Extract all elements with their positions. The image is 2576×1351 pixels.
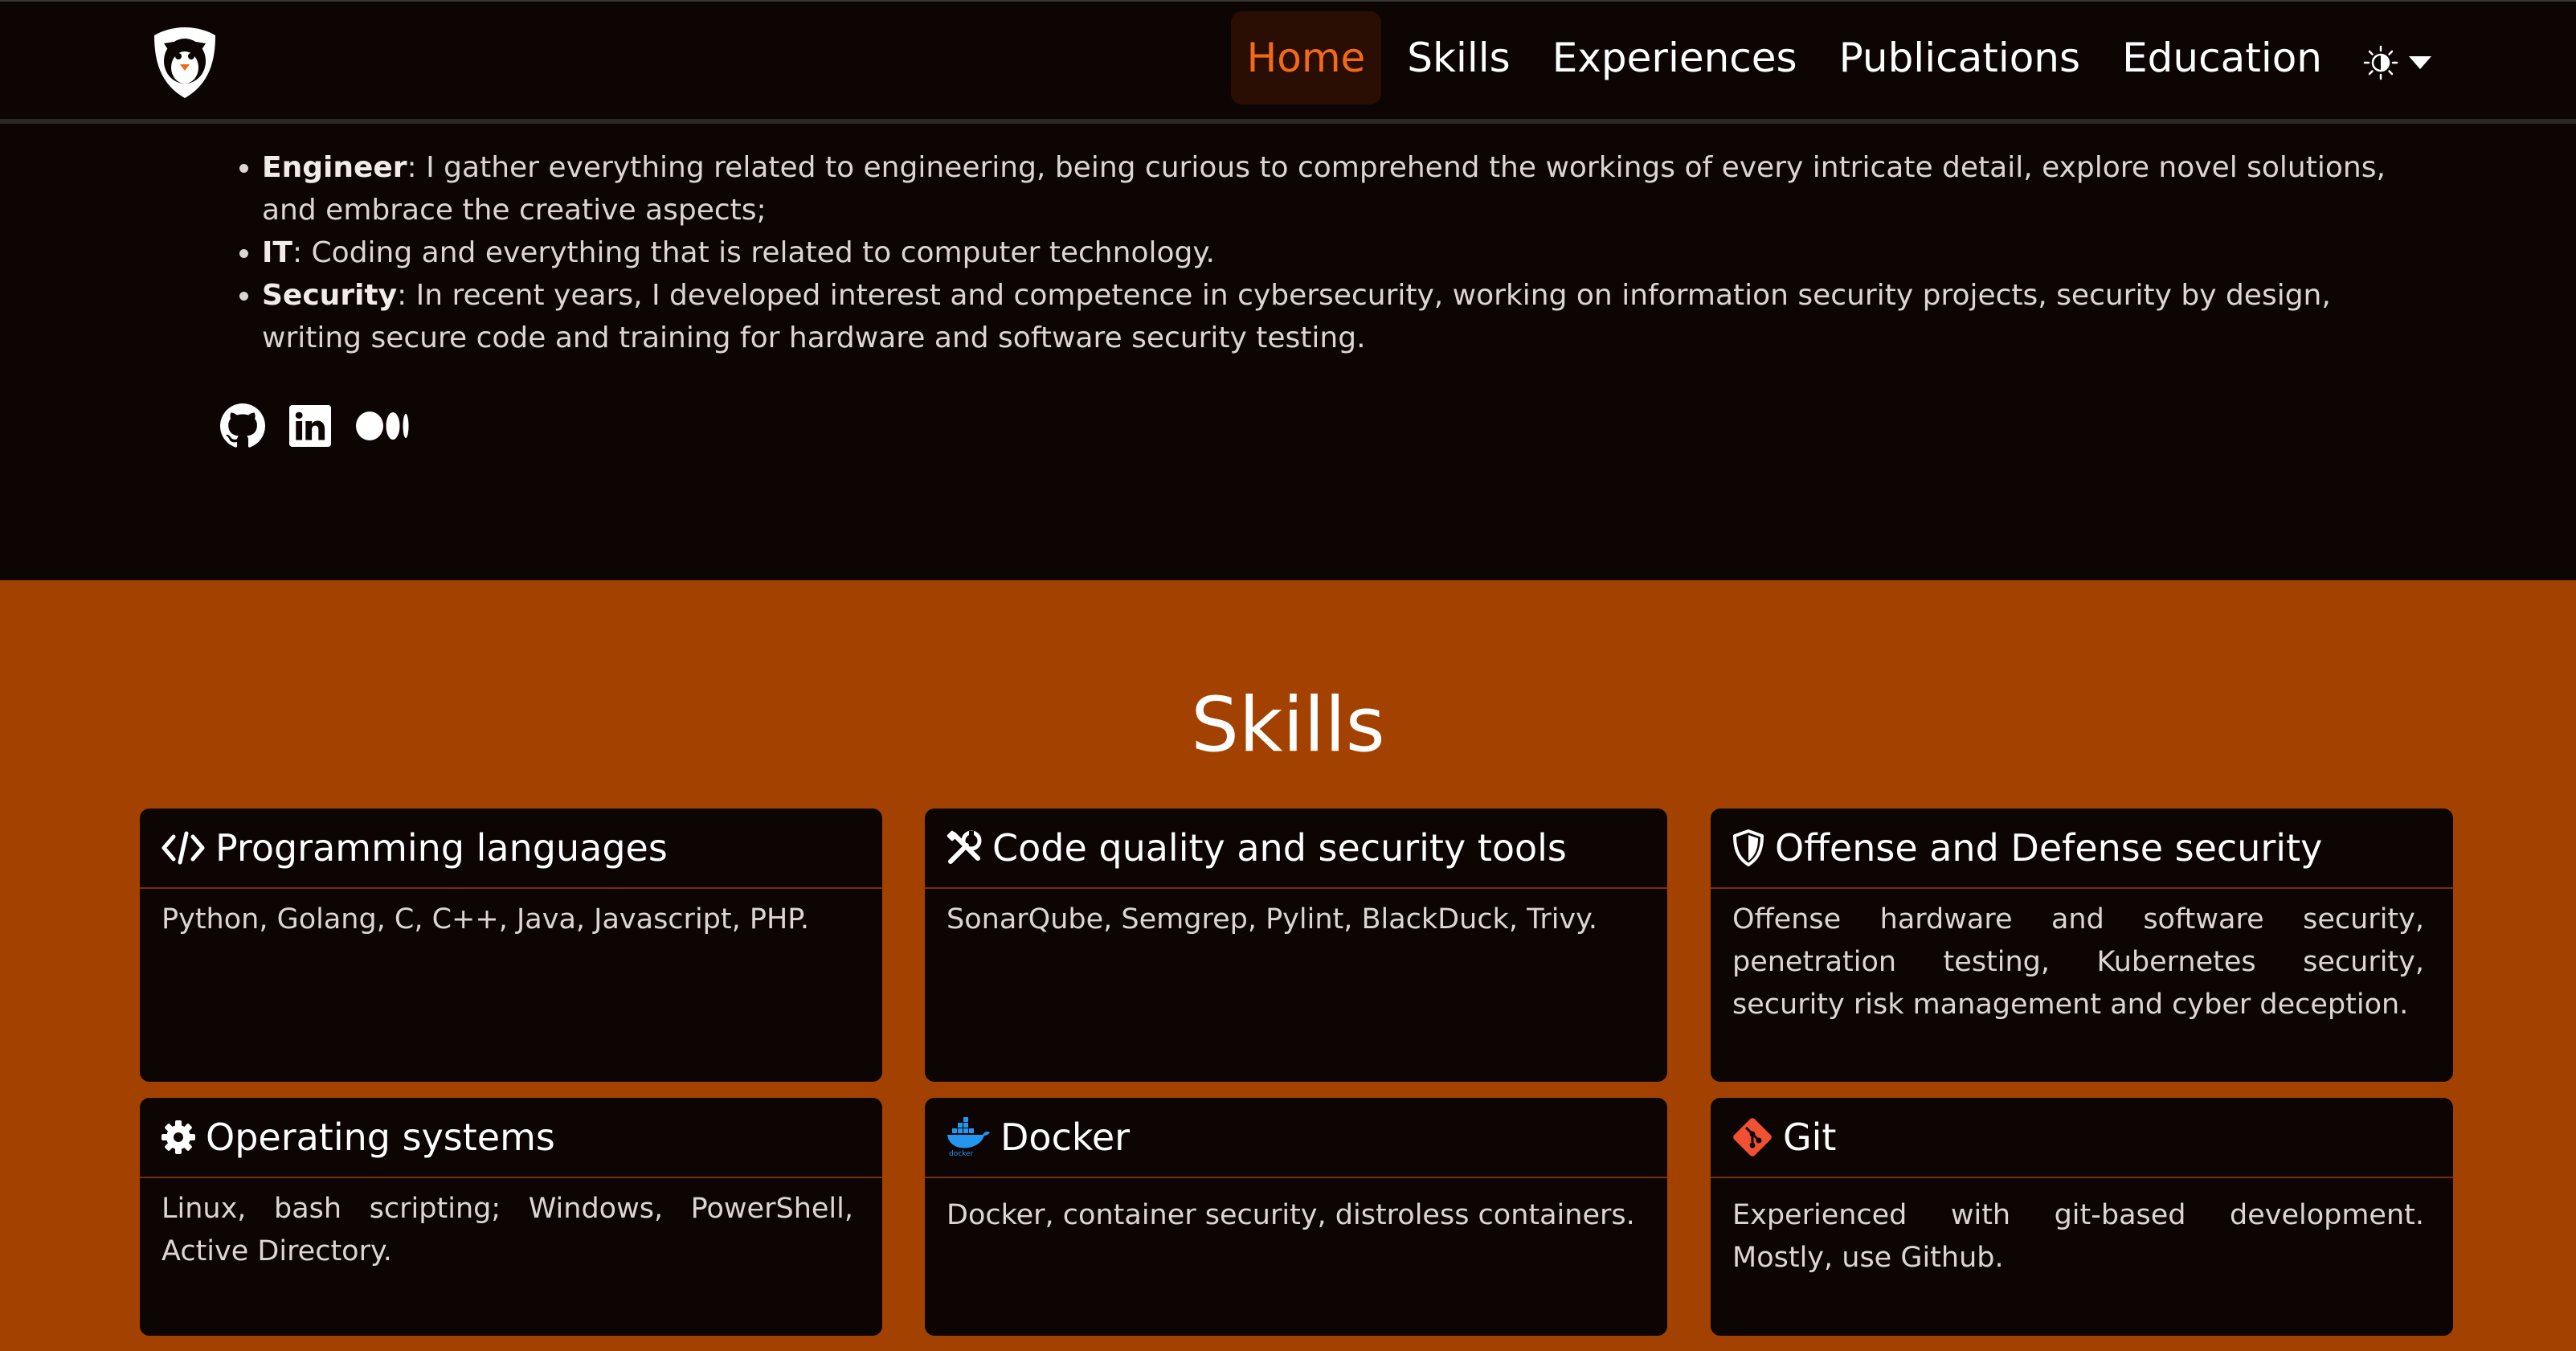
intro-section: Engineer: I gather everything related to…	[233, 146, 2402, 359]
list-item: Engineer: I gather everything related to…	[262, 146, 2402, 231]
card-title: Programming languages	[215, 826, 668, 870]
card-body: Docker, container security, distroless c…	[947, 1199, 1635, 1231]
shield-icon	[1732, 829, 1765, 867]
github-icon[interactable]	[220, 403, 265, 452]
skill-card-offense-defense: Offense and Defense security Offense har…	[1711, 809, 2453, 1082]
theme-toggle-dropdown[interactable]	[2362, 39, 2443, 87]
section-title: Skills	[1191, 682, 1385, 769]
linkedin-icon[interactable]	[289, 405, 331, 450]
skill-card-programming-languages: Programming languages Python, Golang, C,…	[140, 809, 882, 1082]
list-item-term: Security	[262, 279, 398, 312]
list-item-text: : I gather everything related to enginee…	[262, 151, 2386, 227]
card-header: Operating systems	[140, 1098, 882, 1178]
card-title: Docker	[1000, 1116, 1131, 1159]
card-body: Offense hardware and software security, …	[1732, 903, 2424, 1021]
skill-card-git: Git Experienced with git-based developme…	[1711, 1098, 2453, 1336]
card-title: Offense and Defense security	[1775, 826, 2323, 870]
nav-link-skills[interactable]: Skills	[1391, 11, 1526, 104]
nav-link-home[interactable]: Home	[1230, 11, 1382, 104]
card-header: Git	[1711, 1098, 2453, 1178]
card-body: SonarQube, Semgrep, Pylint, BlackDuck, T…	[947, 903, 1597, 935]
nav-link-education[interactable]: Education	[2106, 11, 2338, 104]
nav-link-experiences[interactable]: Experiences	[1536, 11, 1813, 104]
card-header: Programming languages	[140, 809, 882, 889]
card-title: Operating systems	[206, 1116, 555, 1159]
card-header: Offense and Defense security	[1711, 809, 2453, 889]
gear-icon	[161, 1120, 196, 1155]
list-item-text: : In recent years, I developed interest …	[262, 279, 2331, 354]
nav-links: Home Skills Experiences Publications Edu…	[1221, 11, 2338, 104]
intro-list: Engineer: I gather everything related to…	[233, 146, 2402, 359]
social-links	[220, 403, 435, 452]
git-icon	[1732, 1116, 1773, 1158]
skills-section: Skills Programming languages Python, Gol…	[0, 580, 2576, 1351]
card-body: Linux, bash scripting; Windows, PowerShe…	[162, 1193, 853, 1267]
tools-icon	[946, 829, 983, 866]
half-sun-icon	[2362, 44, 2399, 81]
docker-icon-label: docker	[949, 1150, 974, 1157]
navbar: Home Skills Experiences Publications Edu…	[0, 0, 2576, 124]
card-body: Python, Golang, C, C++, Java, Javascript…	[162, 903, 810, 935]
list-item: IT: Coding and everything that is relate…	[262, 231, 2402, 274]
skill-card-operating-systems: Operating systems Linux, bash scripting;…	[140, 1098, 882, 1336]
list-item-text: : Coding and everything that is related …	[292, 236, 1215, 269]
card-header: Code quality and security tools	[925, 809, 1667, 889]
skill-card-docker: docker Docker Docker, container security…	[925, 1098, 1667, 1336]
docker-icon: docker	[946, 1117, 991, 1157]
card-header: docker Docker	[925, 1098, 1667, 1178]
card-title: Git	[1783, 1116, 1837, 1159]
chevron-down-icon	[2409, 56, 2431, 69]
skill-card-code-quality: Code quality and security tools SonarQub…	[925, 809, 1667, 1082]
card-title: Code quality and security tools	[992, 826, 1567, 870]
list-item: Security: In recent years, I developed i…	[262, 274, 2402, 359]
card-body: Experienced with git-based development. …	[1732, 1199, 2424, 1274]
list-item-term: Engineer	[262, 151, 407, 184]
penguin-shield-logo[interactable]	[149, 24, 220, 101]
nav-link-publications[interactable]: Publications	[1823, 11, 2096, 104]
code-icon	[161, 830, 206, 866]
medium-icon[interactable]	[355, 407, 411, 448]
list-item-term: IT	[262, 236, 292, 269]
page: Home Skills Experiences Publications Edu…	[0, 0, 2576, 1351]
